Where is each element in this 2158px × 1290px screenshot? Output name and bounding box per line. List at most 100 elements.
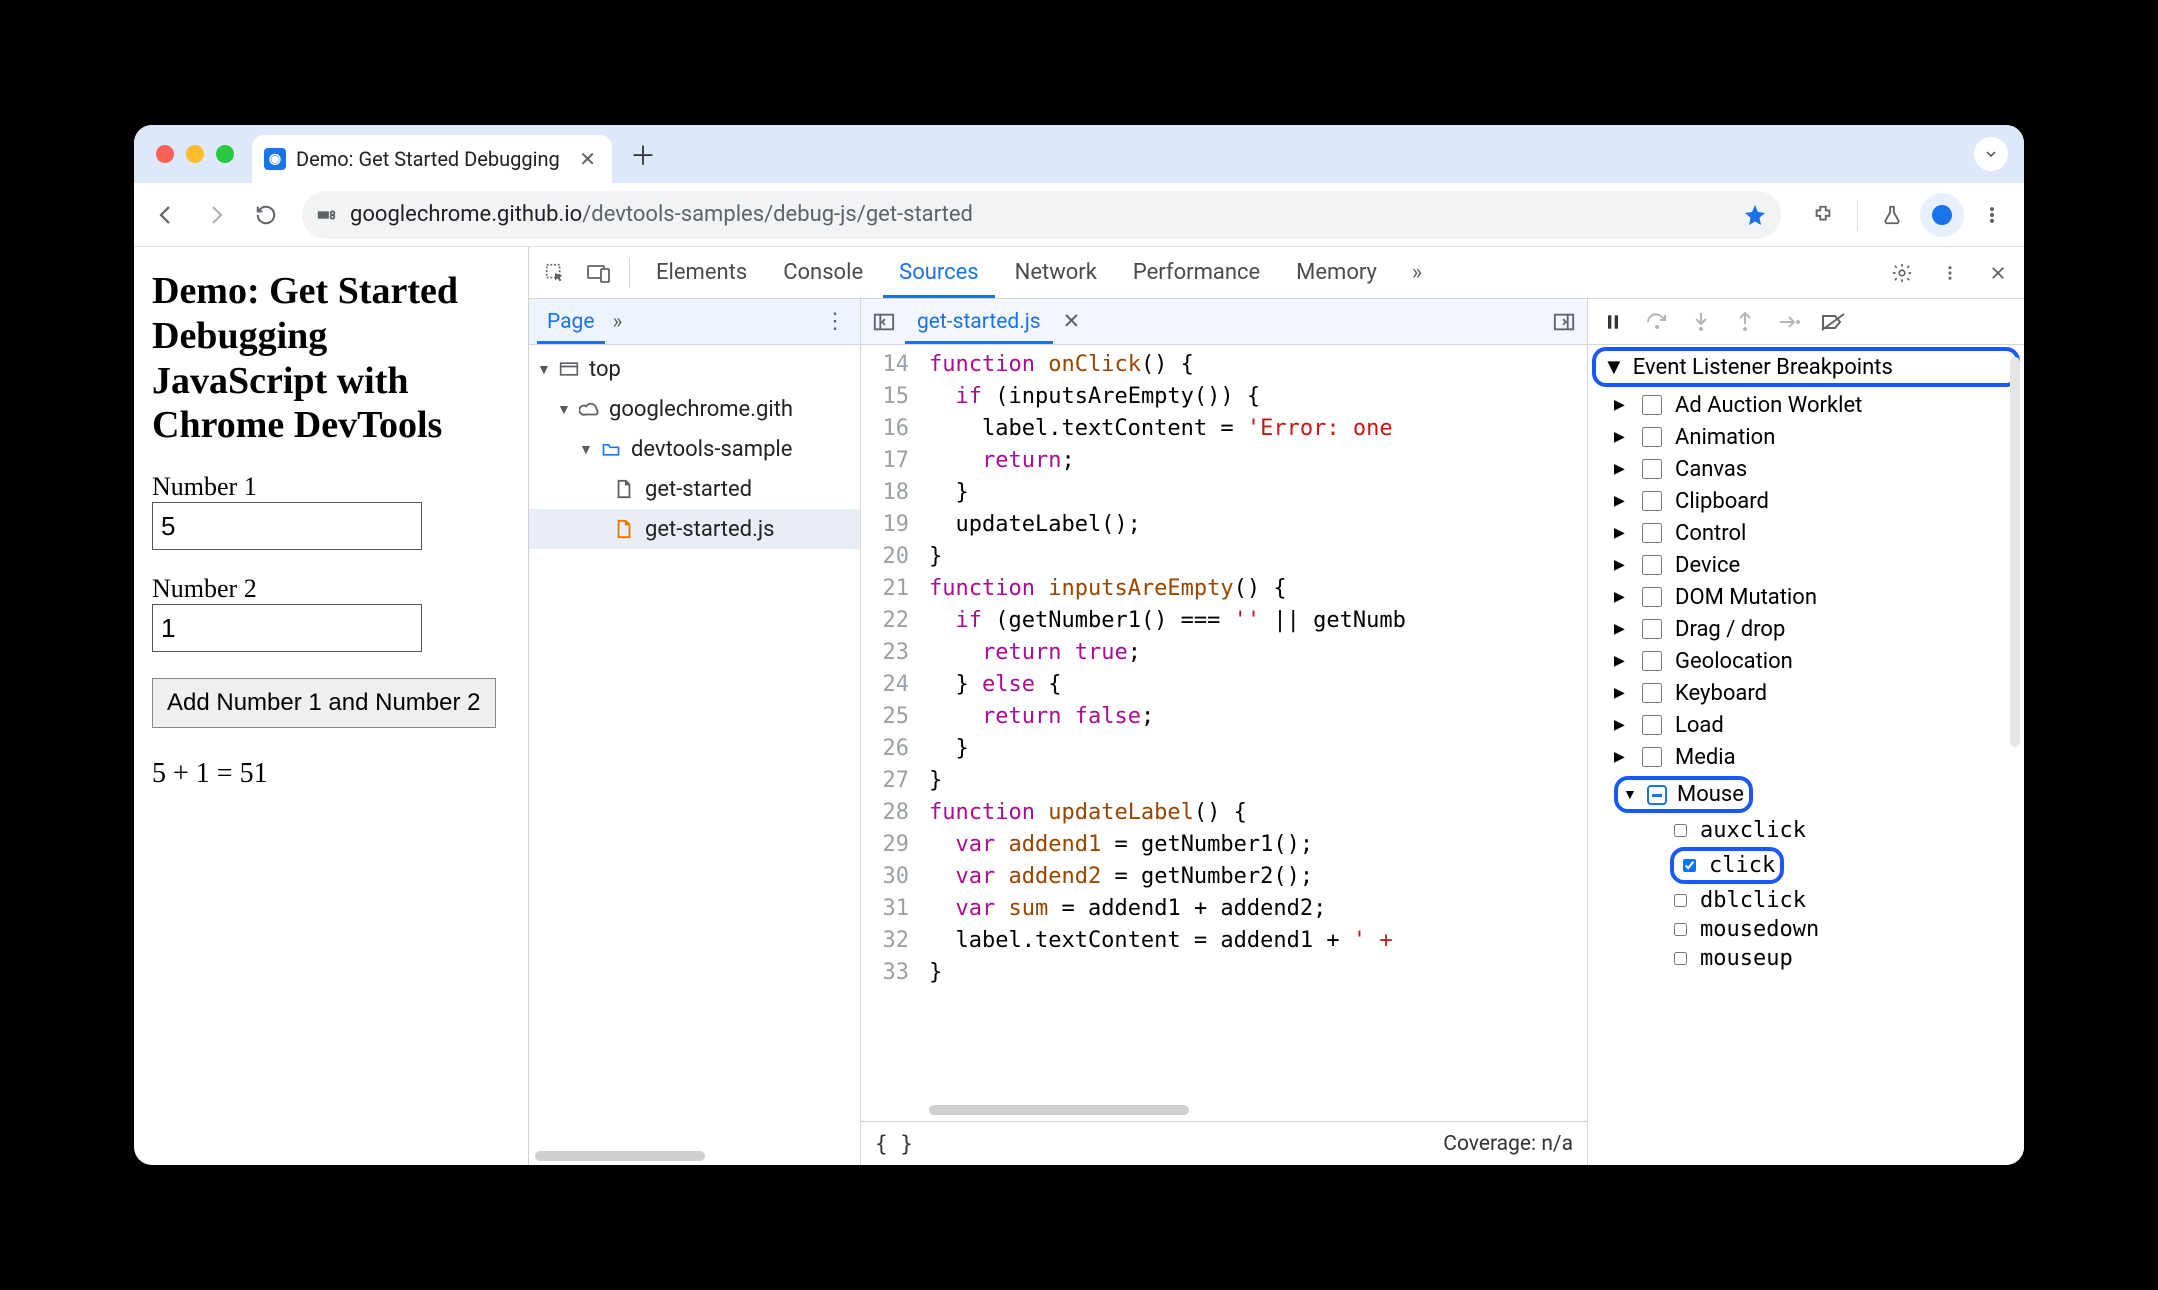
breakpoint-event[interactable]: mouseup	[1670, 944, 2024, 973]
address-bar[interactable]: googlechrome.github.io/devtools-samples/…	[302, 191, 1781, 239]
code-editor[interactable]: 1415161718192021222324252627282930313233…	[861, 345, 1587, 1121]
editor-tabbar: get-started.js ✕	[861, 299, 1587, 345]
checkbox[interactable]	[1642, 587, 1662, 607]
devtools-tab-memory[interactable]: Memory	[1280, 247, 1393, 298]
checkbox[interactable]	[1642, 651, 1662, 671]
extensions-button[interactable]	[1801, 193, 1845, 237]
tab-overflow-button[interactable]	[1974, 137, 2008, 171]
site-info-icon[interactable]	[316, 204, 338, 226]
breakpoint-event[interactable]: click	[1670, 845, 2024, 886]
breakpoint-event[interactable]: dblclick	[1670, 886, 2024, 915]
labs-button[interactable]	[1870, 193, 1914, 237]
minimize-window-button[interactable]	[186, 145, 204, 163]
tree-file-js[interactable]: get-started.js	[529, 509, 860, 549]
step-into-icon[interactable]	[1686, 307, 1716, 337]
checkbox[interactable]	[1674, 894, 1687, 907]
reload-button[interactable]	[244, 193, 288, 237]
checkbox-indeterminate[interactable]	[1647, 785, 1667, 805]
step-out-icon[interactable]	[1730, 307, 1760, 337]
devtools-tab-network[interactable]: Network	[999, 247, 1113, 298]
breakpoint-category[interactable]: ▶Geolocation	[1608, 645, 2024, 677]
breakpoint-category[interactable]: ▶Canvas	[1608, 453, 2024, 485]
profile-button[interactable]	[1920, 193, 1964, 237]
editor-tab[interactable]: get-started.js	[905, 299, 1053, 344]
checkbox[interactable]	[1674, 952, 1687, 965]
pause-icon[interactable]	[1598, 307, 1628, 337]
chevron-right-icon: ▶	[1614, 589, 1628, 605]
checkbox[interactable]	[1642, 523, 1662, 543]
category-label: Ad Auction Worklet	[1675, 393, 1862, 418]
checkbox[interactable]	[1674, 923, 1687, 936]
checkbox[interactable]	[1683, 859, 1696, 872]
pretty-print-icon[interactable]: { }	[875, 1132, 913, 1156]
editor-h-scrollbar[interactable]	[929, 1105, 1189, 1115]
devtools-menu-icon[interactable]	[1930, 253, 1970, 293]
more-tabs-icon[interactable]: »	[1397, 253, 1437, 293]
tree-top[interactable]: ▼ top	[529, 349, 860, 389]
event-listener-breakpoints-header[interactable]: ▼ Event Listener Breakpoints	[1592, 347, 2020, 387]
breakpoint-category[interactable]: ▶Keyboard	[1608, 677, 2024, 709]
input-number-2[interactable]	[152, 604, 422, 652]
chrome-menu-button[interactable]	[1970, 193, 2014, 237]
inspect-element-icon[interactable]	[535, 253, 575, 293]
devtools-tab-performance[interactable]: Performance	[1117, 247, 1276, 298]
category-label: Animation	[1675, 425, 1775, 450]
breakpoint-category[interactable]: ▶Clipboard	[1608, 485, 2024, 517]
breakpoint-category[interactable]: ▶Load	[1608, 709, 2024, 741]
deactivate-breakpoints-icon[interactable]	[1818, 307, 1848, 337]
maximize-window-button[interactable]	[216, 145, 234, 163]
breakpoint-category[interactable]: ▶Control	[1608, 517, 2024, 549]
toggle-navigator-icon[interactable]	[867, 312, 901, 332]
close-tab-button[interactable]: ✕	[575, 147, 600, 171]
checkbox[interactable]	[1642, 427, 1662, 447]
tree-file-html[interactable]: get-started	[529, 469, 860, 509]
breakpoint-event[interactable]: mousedown	[1670, 915, 2024, 944]
close-window-button[interactable]	[156, 145, 174, 163]
settings-icon[interactable]	[1882, 253, 1922, 293]
browser-tab[interactable]: ◉ Demo: Get Started Debugging ✕	[252, 135, 612, 183]
breakpoint-category[interactable]: ▶Media	[1608, 741, 2024, 773]
new-tab-button[interactable]: ＋	[626, 137, 660, 171]
checkbox[interactable]	[1642, 683, 1662, 703]
checkbox[interactable]	[1642, 555, 1662, 575]
navigator-scrollbar[interactable]	[535, 1151, 705, 1161]
close-file-icon[interactable]: ✕	[1057, 309, 1087, 334]
step-over-icon[interactable]	[1642, 307, 1672, 337]
breakpoint-event[interactable]: auxclick	[1670, 816, 2024, 845]
step-icon[interactable]	[1774, 307, 1804, 337]
forward-button[interactable]	[194, 193, 238, 237]
navigator-more-icon[interactable]: »	[605, 310, 631, 334]
checkbox[interactable]	[1642, 715, 1662, 735]
debugger-scrollbar[interactable]	[2010, 357, 2020, 747]
add-button[interactable]: Add Number 1 and Number 2	[152, 678, 496, 728]
debugger-panel: ▼ Event Listener Breakpoints ▶Ad Auction…	[1588, 299, 2024, 1165]
breakpoint-category[interactable]: ▶Drag / drop	[1608, 613, 2024, 645]
breakpoint-category[interactable]: ▶Device	[1608, 549, 2024, 581]
checkbox[interactable]	[1642, 459, 1662, 479]
tree-domain[interactable]: ▼ googlechrome.gith	[529, 389, 860, 429]
checkbox[interactable]	[1642, 747, 1662, 767]
tree-folder[interactable]: ▼ devtools-sample	[529, 429, 860, 469]
devtools-tab-sources[interactable]: Sources	[883, 247, 995, 298]
close-devtools-icon[interactable]	[1978, 253, 2018, 293]
navigator-menu-icon[interactable]: ⋮	[818, 309, 852, 334]
chevron-right-icon: ▶	[1614, 461, 1628, 477]
category-label: Media	[1675, 745, 1736, 770]
back-button[interactable]	[144, 193, 188, 237]
device-toolbar-icon[interactable]	[579, 253, 619, 293]
checkbox[interactable]	[1642, 491, 1662, 511]
input-number-1[interactable]	[152, 502, 422, 550]
breakpoint-category[interactable]: ▶Animation	[1608, 421, 2024, 453]
devtools-tab-console[interactable]: Console	[767, 247, 879, 298]
devtools-tab-elements[interactable]: Elements	[640, 247, 763, 298]
bookmark-star-icon[interactable]	[1743, 203, 1767, 227]
breakpoint-category[interactable]: ▶DOM Mutation	[1608, 581, 2024, 613]
navigator-tab-page[interactable]: Page	[537, 299, 605, 344]
coverage-text: Coverage: n/a	[1443, 1132, 1573, 1156]
checkbox[interactable]	[1674, 824, 1687, 837]
checkbox[interactable]	[1642, 395, 1662, 415]
toggle-debugger-icon[interactable]	[1547, 312, 1581, 332]
breakpoint-category[interactable]: ▶Ad Auction Worklet	[1608, 389, 2024, 421]
breakpoint-category[interactable]: ▼Mouse	[1608, 773, 2024, 816]
checkbox[interactable]	[1642, 619, 1662, 639]
